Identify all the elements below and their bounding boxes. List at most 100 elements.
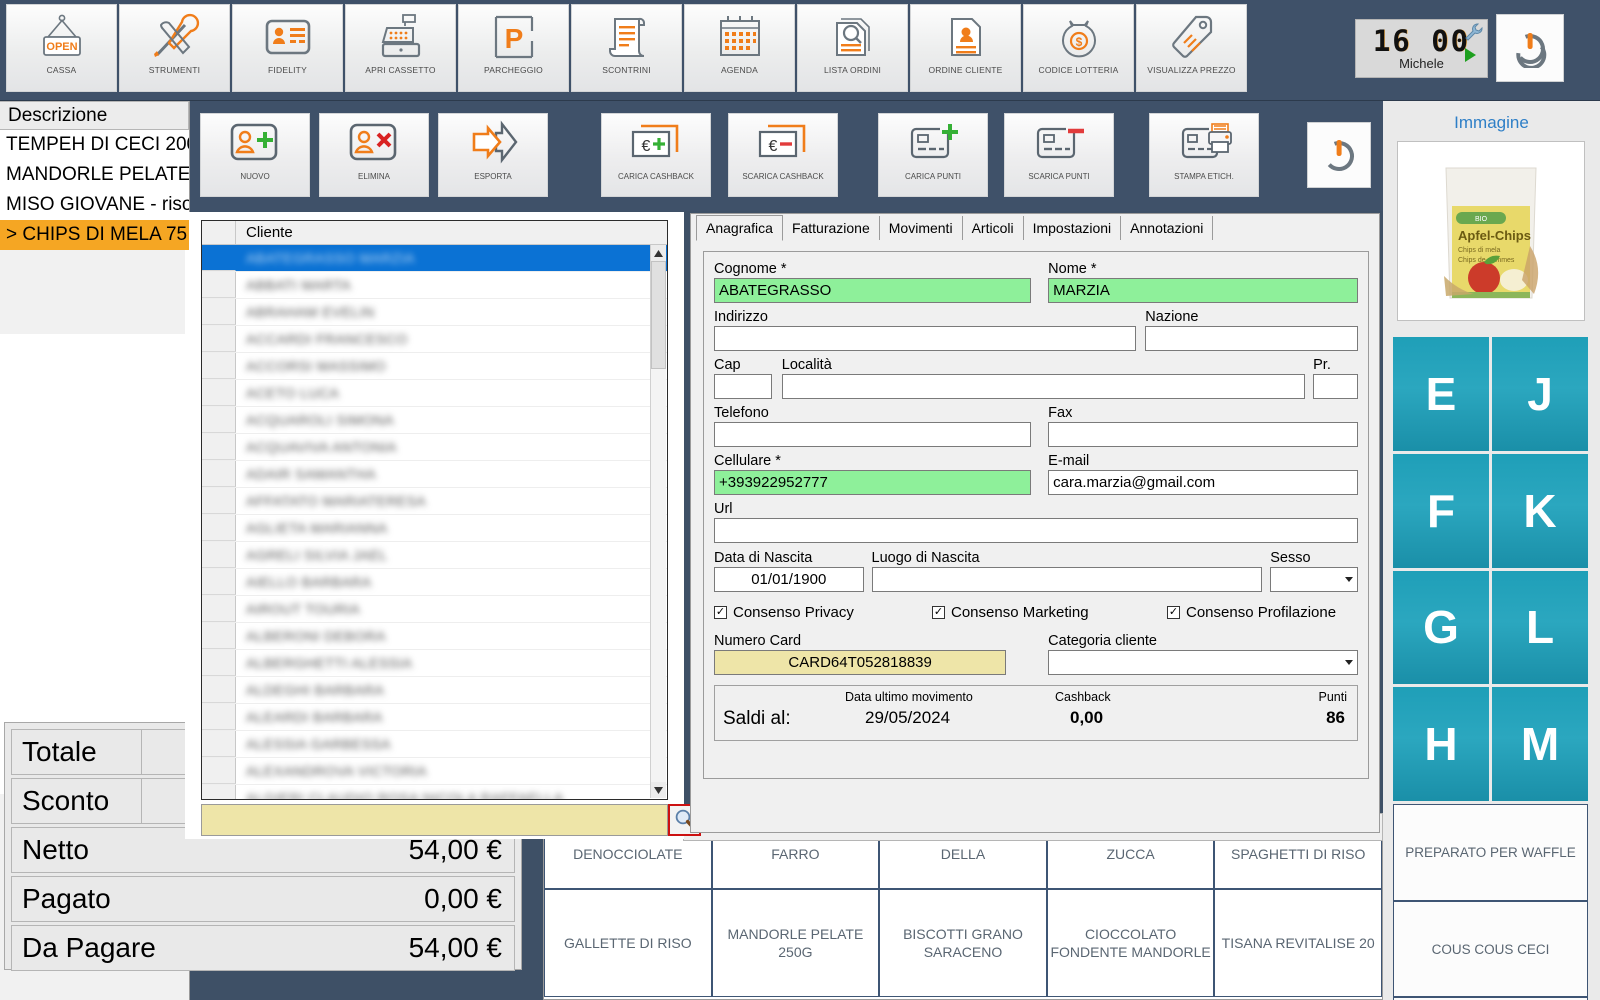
receipt-row[interactable]: MANDORLE PELATE <box>0 160 189 190</box>
pr-field[interactable] <box>1313 374 1358 399</box>
toolbar-button-agenda[interactable]: AGENDA <box>684 4 795 92</box>
scroll-down-arrow[interactable] <box>651 782 666 798</box>
product-button[interactable]: GALLETTE DI RISO <box>544 889 712 997</box>
telefono-field[interactable] <box>714 422 1031 447</box>
client-button-elimina[interactable]: ELIMINA <box>319 113 429 197</box>
client-row[interactable]: ALDEGHI BARBARA <box>202 677 667 704</box>
tab-anagrafica[interactable]: Anagrafica <box>696 215 783 241</box>
client-row[interactable]: ALGIERI CLAUDIO ROSA NICOLA RAFFAELLA <box>202 785 667 799</box>
categoria-cliente-select[interactable] <box>1048 650 1358 675</box>
localita-field[interactable] <box>781 374 1306 399</box>
product-button[interactable]: TISANA REVITALISE 20 <box>1214 889 1382 997</box>
consenso-privacy-checkbox[interactable]: ✓ Consenso Privacy <box>714 604 932 621</box>
cap-label: Cap <box>714 357 741 373</box>
alpha-key-G[interactable]: G <box>1393 570 1489 685</box>
alpha-key-K[interactable]: K <box>1492 453 1588 568</box>
receipt-row[interactable]: TEMPEH DI CECI 200 <box>0 130 189 160</box>
email-field[interactable]: cara.marzia@gmail.com <box>1048 470 1358 495</box>
toolbar-button-ordine-cliente[interactable]: ORDINE CLIENTE <box>910 4 1021 92</box>
client-name: ACCARDI FRANCESCO <box>246 331 408 347</box>
client-row-selected[interactable]: ABATEGRASSO MARZIA <box>202 245 667 272</box>
toolbar-button-cassa[interactable]: OPEN CASSA <box>6 4 117 92</box>
svg-text:Apfel-Chips: Apfel-Chips <box>1458 228 1531 243</box>
client-row[interactable]: ACQUAVIVA ANTONIA <box>202 434 667 461</box>
cellulare-field[interactable]: +393922952777 <box>714 470 1031 495</box>
tab-fatturazione[interactable]: Fatturazione <box>783 216 880 240</box>
client-row[interactable]: ALESSIA GARBESSA <box>202 731 667 758</box>
toolbar-button-visualizza-prezzo[interactable]: VISUALIZZA PREZZO <box>1136 4 1247 92</box>
alpha-key-E[interactable]: E <box>1393 337 1489 451</box>
tab-articoli[interactable]: Articoli <box>963 216 1024 240</box>
nazione-field[interactable] <box>1145 326 1358 351</box>
product-button[interactable]: PREPARATO PER WAFFLE <box>1393 804 1588 901</box>
client-row[interactable]: ALEARDI BARBARA <box>202 704 667 731</box>
client-row[interactable]: AGLIETA MARIANNA <box>202 515 667 542</box>
numero-card-field[interactable]: CARD64T052818839 <box>714 650 1007 675</box>
client-row[interactable]: AGRELI SILVIA JAEL <box>202 542 667 569</box>
toolbar-button-apri-cassetto[interactable]: APRI CASSETTO <box>345 4 456 92</box>
checkbox-icon: ✓ <box>932 606 945 619</box>
client-row[interactable]: ACQUAROLI SIMONA <box>202 407 667 434</box>
consenso-marketing-checkbox[interactable]: ✓ Consenso Marketing <box>932 604 1167 621</box>
alpha-key-F[interactable]: F <box>1393 453 1489 568</box>
luogo-nascita-field[interactable] <box>871 567 1263 592</box>
client-search-input[interactable] <box>201 804 668 836</box>
alpha-key-M[interactable]: M <box>1492 687 1588 801</box>
indirizzo-field[interactable] <box>714 326 1136 351</box>
totals-label: Netto <box>22 834 89 865</box>
toolbar-button-fidelity[interactable]: FIDELITY <box>232 4 343 92</box>
client-row[interactable]: ACCARDI FRANCESCO <box>202 326 667 353</box>
toolbar-button-scontrini[interactable]: SCONTRINI <box>571 4 682 92</box>
product-button[interactable]: BISCOTTI GRANO SARACENO <box>879 889 1047 997</box>
client-row[interactable]: ALBERGHETTI ALESSIA <box>202 650 667 677</box>
tab-impostazioni[interactable]: Impostazioni <box>1024 216 1122 240</box>
toolbar-button-parcheggio[interactable]: P PARCHEGGIO <box>458 4 569 92</box>
client-row[interactable]: ACETO LUCA <box>202 380 667 407</box>
client-row[interactable]: ALEXANDROVA VICTORIA <box>202 758 667 785</box>
tab-movimenti[interactable]: Movimenti <box>880 216 963 240</box>
alpha-key-H[interactable]: H <box>1393 687 1489 801</box>
client-row[interactable]: AFFATATO MARIATERESA <box>202 488 667 515</box>
client-row[interactable]: ADAIR SAMANTHA <box>202 461 667 488</box>
cap-field[interactable] <box>714 374 772 399</box>
client-row[interactable]: ABBATI MARTA <box>202 272 667 299</box>
client-button-stampa-etich[interactable]: STAMPA ETICH. <box>1149 113 1259 197</box>
tab-annotazioni[interactable]: Annotazioni <box>1121 216 1214 240</box>
power-button[interactable] <box>1496 14 1564 82</box>
toolbar-button-codice-lotteria[interactable]: $ CODICE LOTTERIA <box>1023 4 1134 92</box>
product-button[interactable]: CIOCCOLATO FONDENTE MANDORLE <box>1046 889 1215 997</box>
cognome-field[interactable]: ABATEGRASSO <box>714 278 1031 303</box>
scrollbar-thumb[interactable] <box>651 261 666 369</box>
client-window-close-button[interactable] <box>1307 122 1371 188</box>
client-button-scarica-punti[interactable]: SCARICA PUNTI <box>1004 113 1114 197</box>
play-icon[interactable] <box>1465 48 1476 62</box>
client-row[interactable]: ACCORSI MASSIMO <box>202 353 667 380</box>
receipt-row-selected[interactable]: > CHIPS DI MELA 75 <box>0 220 189 250</box>
url-field[interactable] <box>714 518 1358 543</box>
nome-field[interactable]: MARZIA <box>1048 278 1358 303</box>
client-button-nuovo[interactable]: NUOVO <box>200 113 310 197</box>
wrench-icon[interactable] <box>1463 22 1485 44</box>
product-button[interactable]: MANDORLE PELATE 250G <box>711 889 880 997</box>
client-list-scrollbar[interactable] <box>650 245 666 798</box>
price-tag-icon <box>1166 5 1218 65</box>
scroll-up-arrow[interactable] <box>651 245 666 261</box>
client-row[interactable]: AIROUT TOURIA <box>202 596 667 623</box>
client-button-carica-cashback[interactable]: € CARICA CASHBACK <box>601 113 711 197</box>
alpha-key-L[interactable]: L <box>1492 570 1588 685</box>
client-button-scarica-cashback[interactable]: € SCARICA CASHBACK <box>728 113 838 197</box>
client-row[interactable]: ABRAHAM EVELIN <box>202 299 667 326</box>
client-row[interactable]: AIELLO BARBARA <box>202 569 667 596</box>
fax-field[interactable] <box>1048 422 1358 447</box>
consenso-profilazione-checkbox[interactable]: ✓ Consenso Profilazione <box>1167 604 1336 621</box>
data-nascita-field[interactable]: 01/01/1900 <box>714 567 864 592</box>
product-button[interactable]: COUS COUS CECI <box>1393 900 1588 998</box>
client-button-esporta[interactable]: ESPORTA <box>438 113 548 197</box>
alpha-key-J[interactable]: J <box>1492 337 1588 451</box>
client-row[interactable]: ALBERONI DEBORA <box>202 623 667 650</box>
sesso-select[interactable] <box>1270 567 1358 592</box>
toolbar-button-lista-ordini[interactable]: LISTA ORDINI <box>797 4 908 92</box>
toolbar-button-strumenti[interactable]: STRUMENTI <box>119 4 230 92</box>
client-button-carica-punti[interactable]: CARICA PUNTI <box>878 113 988 197</box>
receipt-row[interactable]: MISO GIOVANE - riso <box>0 190 189 220</box>
